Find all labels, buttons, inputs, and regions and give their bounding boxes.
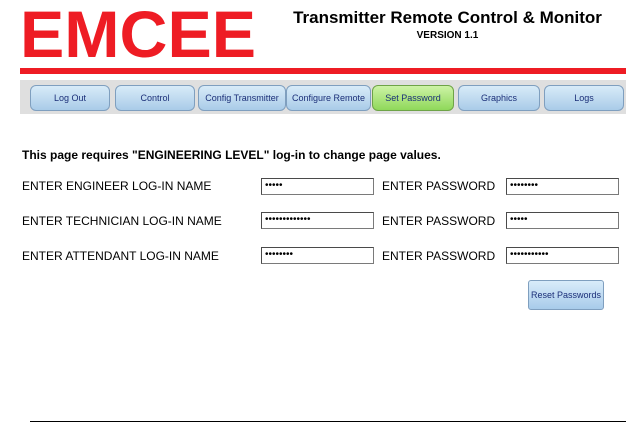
nav-label: Config Transmitter bbox=[205, 93, 279, 103]
attendant-name-label: ENTER ATTENDANT LOG-IN NAME bbox=[22, 249, 219, 263]
header-divider bbox=[20, 68, 626, 74]
version-label: VERSION 1.1 bbox=[416, 30, 479, 41]
technician-name-field[interactable]: ••••••••••••• bbox=[261, 212, 374, 229]
nav-graphics-button[interactable]: Graphics bbox=[458, 85, 540, 111]
engineer-name-field[interactable]: ••••• bbox=[261, 178, 374, 195]
nav-config-transmitter-button[interactable]: Config Transmitter bbox=[198, 85, 286, 111]
technician-password-label: ENTER PASSWORD bbox=[382, 214, 496, 228]
attendant-name-field[interactable]: •••••••• bbox=[261, 247, 374, 264]
emcee-logo: EMCEE bbox=[20, 2, 256, 64]
attendant-password-label: ENTER PASSWORD bbox=[382, 249, 496, 263]
page-title: Transmitter Remote Control & Monitor bbox=[293, 8, 602, 27]
nav-logout-button[interactable]: Log Out bbox=[30, 85, 110, 111]
nav-label: Configure Remote bbox=[291, 93, 366, 103]
attendant-password-field[interactable]: ••••••••••• bbox=[506, 247, 619, 264]
logo-text: EMCEE bbox=[20, 2, 256, 64]
nav-label: Log Out bbox=[53, 93, 87, 103]
access-notice: This page requires "ENGINEERING LEVEL" l… bbox=[22, 148, 441, 162]
nav-logs-button[interactable]: Logs bbox=[544, 85, 624, 111]
technician-password-field[interactable]: ••••• bbox=[506, 212, 619, 229]
nav-bar: Log Out Control Config Transmitter Confi… bbox=[20, 80, 626, 114]
nav-label: Control bbox=[140, 93, 170, 103]
nav-label: Graphics bbox=[480, 93, 517, 103]
footer-divider bbox=[30, 421, 626, 422]
engineer-password-label: ENTER PASSWORD bbox=[382, 179, 496, 193]
technician-name-label: ENTER TECHNICIAN LOG-IN NAME bbox=[22, 214, 222, 228]
nav-label: Logs bbox=[574, 93, 594, 103]
engineer-name-label: ENTER ENGINEER LOG-IN NAME bbox=[22, 179, 212, 193]
nav-configure-remote-button[interactable]: Configure Remote bbox=[286, 85, 371, 111]
engineer-password-field[interactable]: •••••••• bbox=[506, 178, 619, 195]
nav-label: Set Password bbox=[385, 93, 441, 103]
nav-set-password-button[interactable]: Set Password bbox=[372, 85, 454, 111]
reset-passwords-button[interactable]: Reset Passwords bbox=[528, 280, 604, 310]
nav-control-button[interactable]: Control bbox=[115, 85, 195, 111]
